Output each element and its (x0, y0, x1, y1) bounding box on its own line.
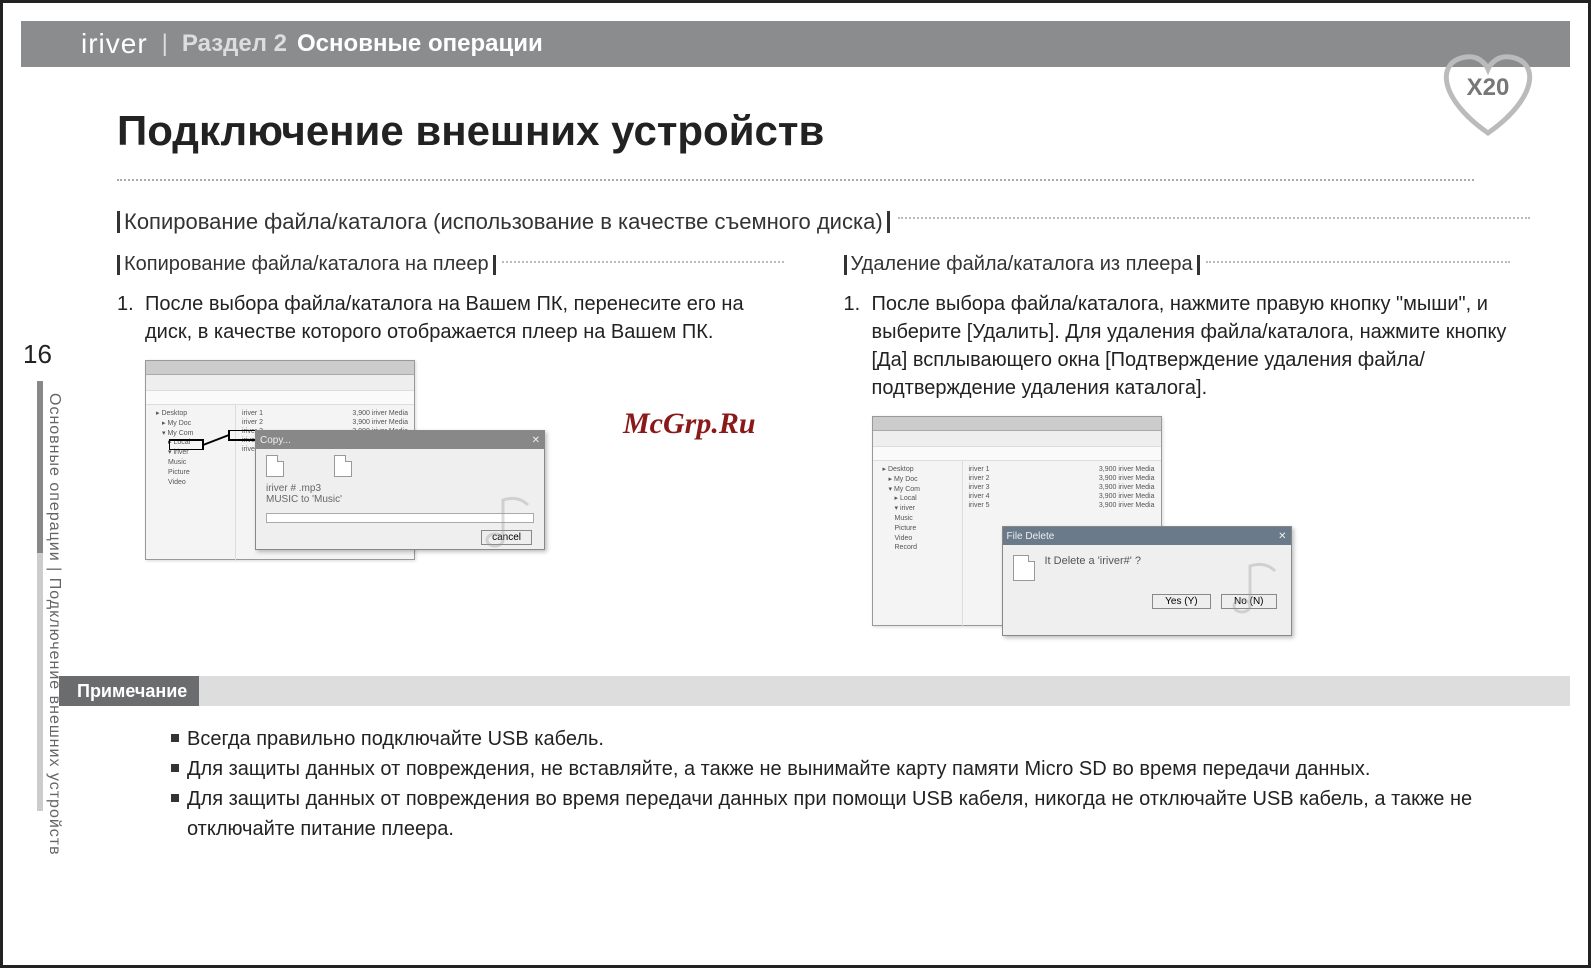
note-item: Для защиты данных от повреждения, не вст… (171, 754, 1570, 784)
note-item: Всегда правильно подключайте USB кабель. (171, 724, 1570, 754)
music-note-icon (467, 490, 537, 550)
right-column: Удаление файла/каталога из плеера 1. Пос… (824, 253, 1571, 646)
step-text: После выбора файла/каталога на Вашем ПК,… (145, 290, 784, 346)
right-subhead: Удаление файла/каталога из плеера (844, 253, 1511, 276)
folder-tree: ▸ Desktop▸ My Doc▾ My Com ▸ Local▾ irive… (146, 405, 236, 561)
step-num: 1. (844, 290, 872, 402)
delete-msg: It Delete a 'iriver#' ? (1045, 555, 1142, 567)
note-item: Для защиты данных от повреждения во врем… (171, 784, 1570, 844)
page-number: 16 (23, 339, 52, 370)
notes-list: Всегда правильно подключайте USB кабель.… (171, 724, 1570, 844)
side-line (37, 381, 43, 811)
side-text: Основные операции | Подключение внешних … (45, 393, 63, 856)
columns: Копирование файла/каталога на плеер 1. П… (21, 253, 1570, 646)
music-note-icon (1214, 556, 1284, 616)
left-subhead: Копирование файла/каталога на плеер (117, 253, 784, 276)
watermark: McGrp.Ru (623, 407, 756, 441)
badge-text: X20 (1467, 74, 1510, 101)
close-icon: ✕ (1278, 531, 1286, 542)
right-subhead-text: Удаление файла/каталога из плеера (851, 253, 1193, 276)
folder-tree: ▸ Desktop▸ My Doc▾ My Com ▸ Local▾ irive… (873, 461, 963, 627)
step-num: 1. (117, 290, 145, 346)
section-title: Основные операции (297, 30, 543, 58)
brand-logo: iriver (81, 28, 148, 60)
main-subhead-text: Копирование файла/каталога (использовани… (124, 209, 883, 235)
section-label: Раздел 2 (182, 30, 287, 58)
note-header: Примечание (59, 676, 1570, 706)
model-badge: X20 (1428, 43, 1548, 143)
delete-dialog-title: File Delete (1007, 531, 1055, 542)
close-icon: ✕ (532, 435, 540, 446)
file-icon (334, 455, 352, 477)
yes-button[interactable]: Yes (Y) (1152, 594, 1210, 609)
file-icon (1013, 555, 1035, 581)
dotted-rule (117, 179, 1474, 181)
left-column: Копирование файла/каталога на плеер 1. П… (21, 253, 824, 646)
delete-screenshot: ▸ Desktop▸ My Doc▾ My Com ▸ Local▾ irive… (872, 416, 1292, 646)
drag-arrow-icon (169, 430, 269, 450)
copy-dialog-title: Copy... (260, 435, 291, 446)
copy-screenshot: ▸ Desktop▸ My Doc▾ My Com ▸ Local▾ irive… (145, 360, 545, 580)
main-subhead: Копирование файла/каталога (использовани… (117, 209, 1570, 235)
header-bar: iriver | Раздел 2 Основные операции (21, 21, 1570, 67)
left-step: 1. После выбора файла/каталога на Вашем … (117, 290, 784, 346)
step-text: После выбора файла/каталога, нажмите пра… (872, 290, 1511, 402)
right-step: 1. После выбора файла/каталога, нажмите … (844, 290, 1511, 402)
separator: | (162, 30, 168, 58)
page-title: Подключение внешних устройств (117, 107, 1570, 155)
file-icon (266, 455, 284, 477)
note-label: Примечание (59, 681, 187, 702)
page-frame: iriver | Раздел 2 Основные операции X20 … (0, 0, 1591, 968)
left-subhead-text: Копирование файла/каталога на плеер (124, 253, 489, 276)
